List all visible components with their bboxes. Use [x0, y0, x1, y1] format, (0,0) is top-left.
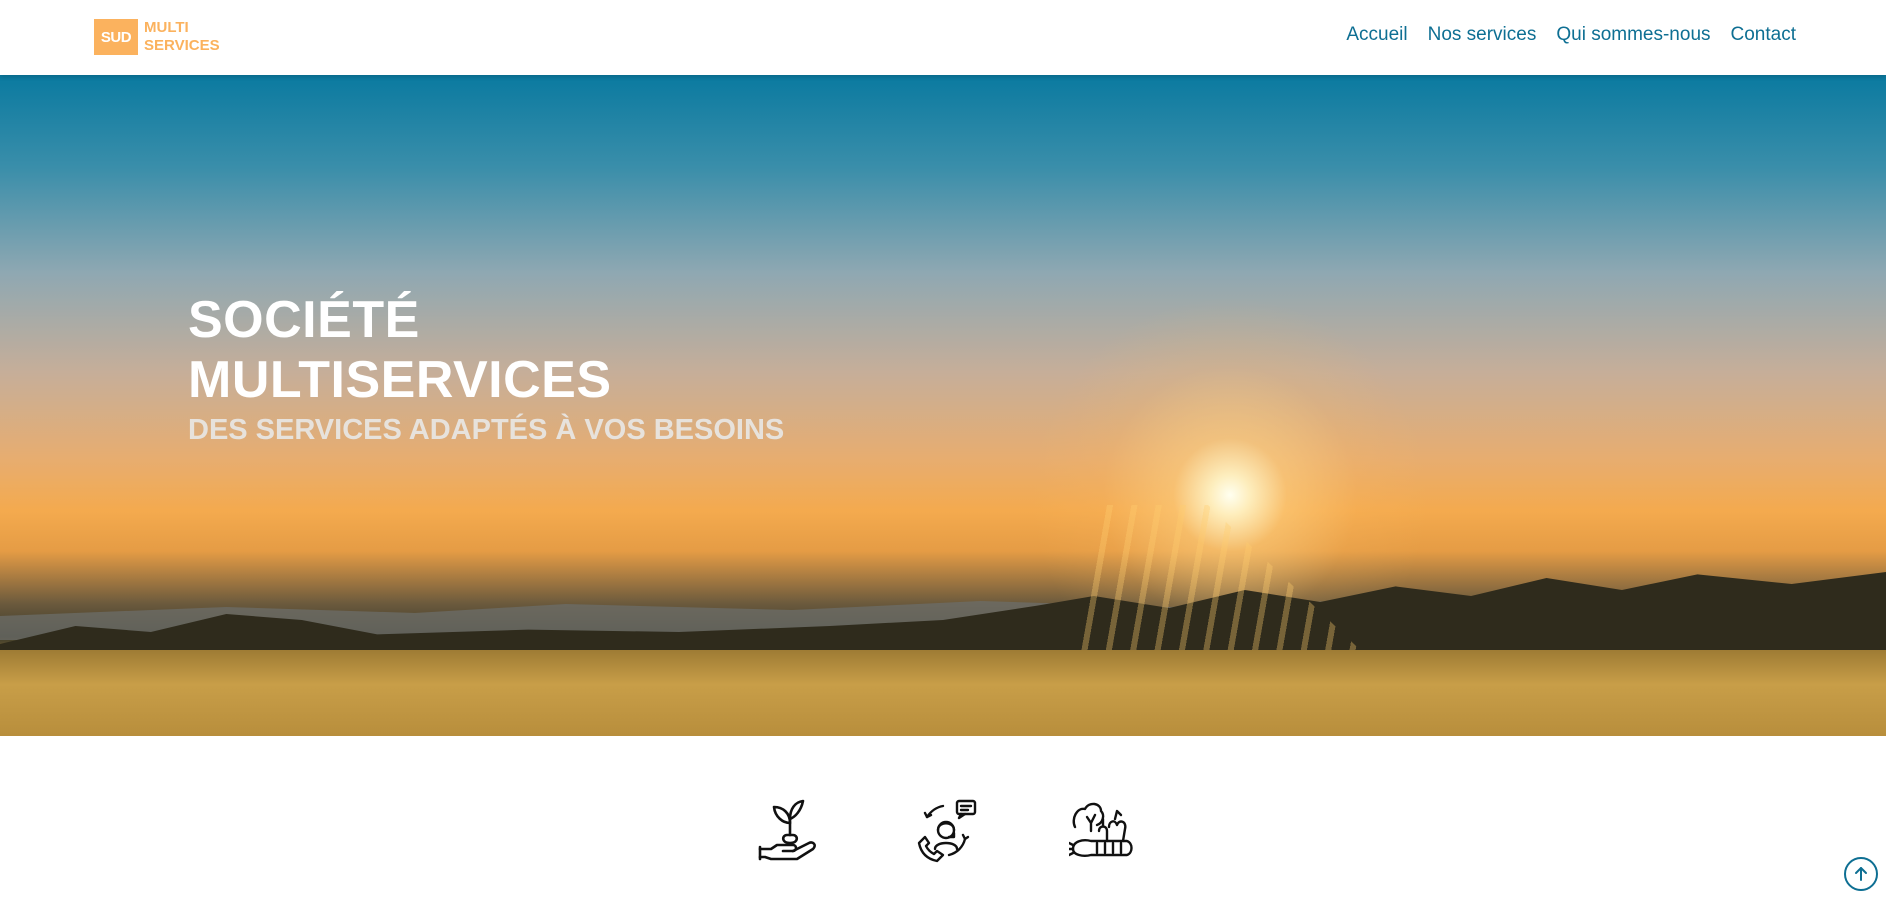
plant-in-hand-icon — [755, 795, 825, 865]
hero-banner: SOCIÉTÉ MULTISERVICES DES SERVICES ADAPT… — [0, 75, 1886, 736]
hero-title-line-2: MULTISERVICES — [188, 351, 612, 409]
logo-badge: SUD — [94, 19, 138, 55]
services-icons-row — [755, 795, 1137, 865]
wheat-field — [0, 650, 1886, 736]
vegetables-icon — [1067, 795, 1137, 865]
customer-support-icon — [911, 795, 981, 865]
main-nav: Accueil Nos services Qui sommes-nous Con… — [1346, 24, 1796, 46]
logo-line-1: MULTI — [144, 19, 189, 36]
site-header: SUD MULTI SERVICES Accueil Nos services … — [0, 0, 1886, 75]
hero-title: SOCIÉTÉ MULTISERVICES — [188, 290, 618, 410]
scroll-to-top-button[interactable] — [1844, 857, 1878, 891]
logo-text: MULTI SERVICES — [144, 19, 220, 55]
hero-subtitle: DES SERVICES ADAPTÉS À VOS BESOINS — [188, 414, 785, 446]
logo-line-2: SERVICES — [144, 37, 220, 54]
hero-title-line-1: SOCIÉTÉ — [188, 291, 420, 349]
nav-nos-services[interactable]: Nos services — [1428, 24, 1537, 46]
logo[interactable]: SUD MULTI SERVICES — [94, 19, 220, 55]
arrow-up-icon — [1855, 867, 1867, 881]
nav-accueil[interactable]: Accueil — [1346, 24, 1407, 46]
hero-text: SOCIÉTÉ MULTISERVICES DES SERVICES ADAPT… — [188, 290, 784, 450]
nav-contact[interactable]: Contact — [1731, 24, 1796, 46]
nav-qui-sommes-nous[interactable]: Qui sommes-nous — [1556, 24, 1710, 46]
